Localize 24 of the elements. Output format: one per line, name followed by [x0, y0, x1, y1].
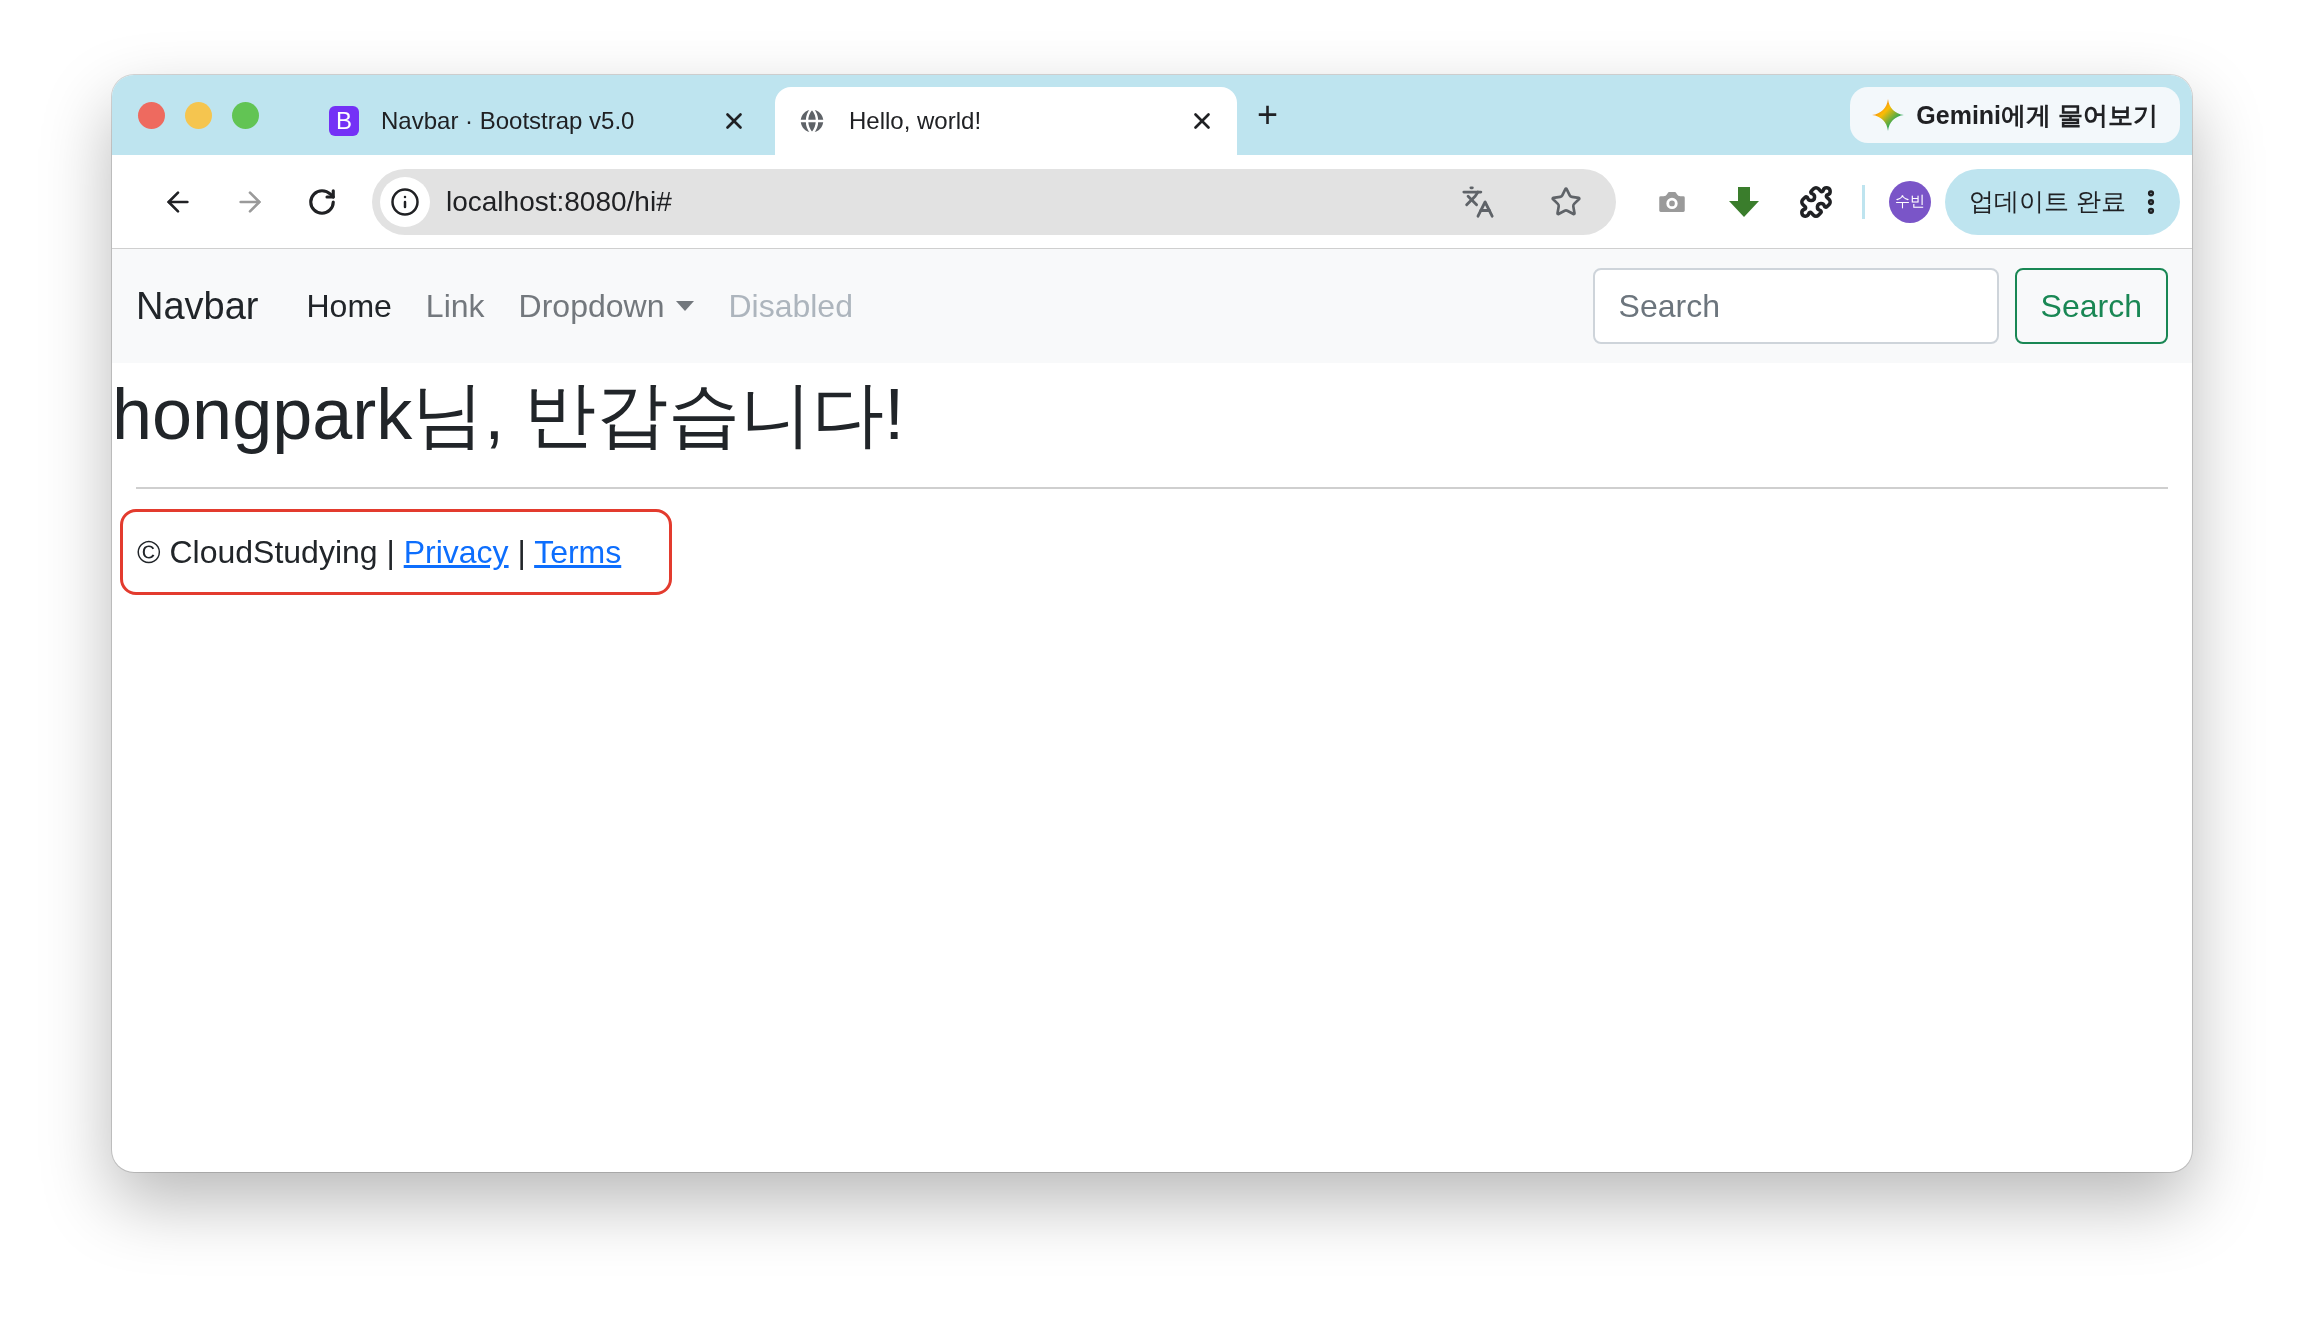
nav-link[interactable]: Dropdown	[518, 287, 695, 325]
browser-tab[interactable]: B Navbar · Bootstrap v5.0	[307, 87, 769, 155]
footer-text: © CloudStudying | Privacy | Terms	[137, 533, 622, 571]
update-button[interactable]: 업데이트 완료	[1945, 168, 2180, 235]
browser-tab[interactable]: Hello, world!	[775, 87, 1237, 155]
new-tab-button[interactable]: +	[1257, 94, 1279, 136]
address-bar[interactable]: localhost:8080/hi#	[372, 168, 1617, 235]
footer-link[interactable]: Terms	[534, 533, 622, 570]
navbar-brand[interactable]: Navbar	[136, 284, 259, 328]
search-button[interactable]: Search	[2014, 268, 2168, 344]
gemini-button[interactable]: Gemini에게 물어보기	[1850, 87, 2180, 143]
info-icon[interactable]	[380, 176, 430, 227]
nav-link[interactable]: Home	[306, 287, 392, 325]
bootstrap-logo-icon: B	[329, 106, 359, 136]
tab-title: Navbar · Bootstrap v5.0	[381, 107, 636, 135]
profile-avatar[interactable]: 수빈	[1889, 180, 1932, 223]
nav-link[interactable]: Link	[425, 287, 485, 325]
footer-link[interactable]: Privacy	[403, 533, 509, 570]
caret-icon	[676, 301, 695, 311]
sparkle-icon	[1872, 99, 1905, 131]
tab-title: Hello, world!	[849, 107, 983, 135]
search-field[interactable]: Search	[1592, 268, 1999, 344]
globe-icon	[797, 106, 827, 136]
page-heading: hongpark님, 반갑습니다!	[112, 373, 906, 456]
